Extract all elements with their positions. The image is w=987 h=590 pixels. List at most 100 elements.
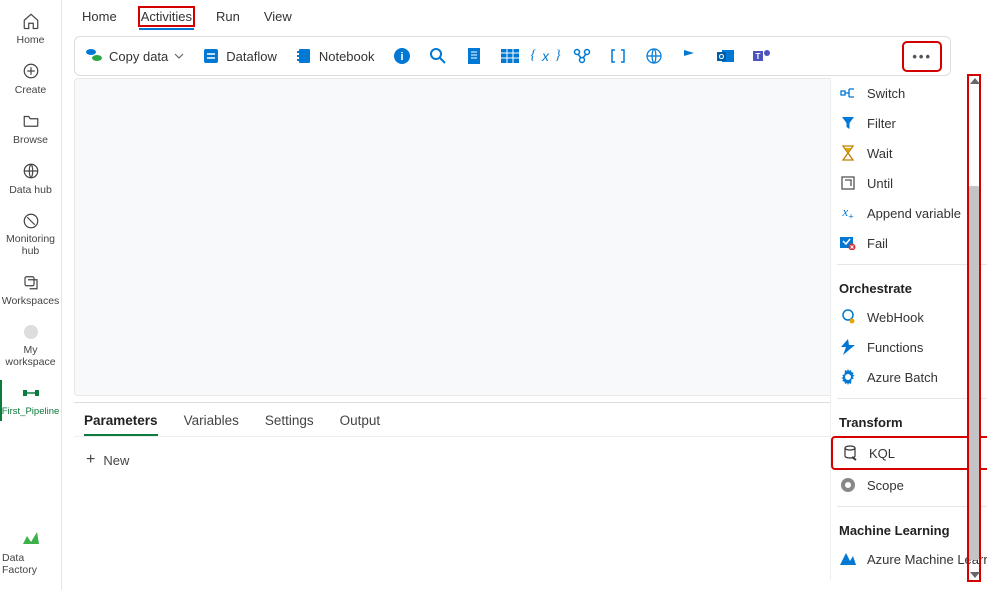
- webhook-icon: [839, 308, 857, 326]
- nav-item-data-hub[interactable]: Data hub: [0, 154, 61, 204]
- tab-output[interactable]: Output: [340, 413, 381, 428]
- plus-circle-icon: [20, 60, 42, 82]
- more-activities-button[interactable]: •••: [904, 43, 940, 70]
- functions-icon: [839, 338, 857, 356]
- menu-item-fail[interactable]: Fail: [831, 228, 987, 258]
- variable-icon[interactable]: {x}: [537, 47, 555, 65]
- nav-label: Data Factory: [2, 552, 59, 576]
- append-variable-icon: x+: [839, 204, 857, 222]
- menu-label: Switch: [867, 86, 905, 101]
- fail-icon: [839, 234, 857, 252]
- menu-item-wait[interactable]: Wait: [831, 138, 987, 168]
- dataflow-button[interactable]: Dataflow: [202, 47, 277, 65]
- section-transform: Transform: [831, 405, 987, 436]
- tab-settings[interactable]: Settings: [265, 413, 314, 428]
- copy-data-icon: [85, 47, 103, 65]
- nav-item-my-workspace[interactable]: My workspace: [0, 315, 61, 376]
- scroll-thumb[interactable]: [969, 186, 979, 560]
- menu-item-until[interactable]: Until: [831, 168, 987, 198]
- nav-item-browse[interactable]: Browse: [0, 104, 61, 154]
- tab-activities[interactable]: Activities: [141, 9, 192, 24]
- table-icon[interactable]: [501, 47, 519, 65]
- vertical-scrollbar[interactable]: [967, 74, 981, 582]
- hourglass-icon: [839, 144, 857, 162]
- svg-text:O: O: [718, 54, 724, 61]
- tab-parameters[interactable]: Parameters: [84, 413, 158, 428]
- bracket-icon[interactable]: [609, 47, 627, 65]
- section-orchestrate: Orchestrate: [831, 271, 987, 302]
- nav-item-first-pipeline[interactable]: First_Pipeline: [0, 376, 61, 425]
- nav-label: Data hub: [9, 184, 52, 196]
- menu-label: WebHook: [867, 310, 924, 325]
- menu-item-kql[interactable]: KQL: [833, 438, 987, 468]
- menu-item-azure-ml[interactable]: Azure Machine Learning: [831, 544, 987, 574]
- nav-item-workspaces[interactable]: Workspaces: [0, 265, 61, 315]
- nav-label: My workspace: [2, 345, 59, 368]
- menu-item-filter[interactable]: Filter: [831, 108, 987, 138]
- nav-label: First_Pipeline: [2, 406, 60, 417]
- outlook-icon[interactable]: O: [717, 47, 735, 65]
- nav-label: Workspaces: [2, 295, 60, 307]
- menu-label: Fail: [867, 236, 888, 251]
- more-icon: •••: [912, 49, 932, 64]
- monitor-icon: [20, 210, 42, 232]
- workspace-dot-icon: [20, 321, 42, 343]
- home-icon: [20, 10, 42, 32]
- menu-item-azure-batch[interactable]: Azure Batch: [831, 362, 987, 392]
- notebook-button[interactable]: Notebook: [295, 47, 375, 65]
- chevron-down-icon: [174, 53, 184, 59]
- nav-item-data-factory[interactable]: Data Factory: [0, 522, 61, 584]
- divider: [837, 264, 987, 265]
- menu-label: Scope: [867, 478, 904, 493]
- menu-label: Azure Batch: [867, 370, 938, 385]
- menu-item-switch[interactable]: Switch: [831, 78, 987, 108]
- menu-item-append-variable[interactable]: x+ Append variable: [831, 198, 987, 228]
- notebook-label: Notebook: [319, 49, 375, 64]
- globe-data-icon: [20, 160, 42, 182]
- scope-icon: [839, 476, 857, 494]
- activities-toolbar: Copy data Dataflow Notebook i {x} O T ••…: [74, 36, 951, 76]
- svg-text:T: T: [755, 52, 760, 61]
- until-icon: [839, 174, 857, 192]
- data-factory-icon: [20, 528, 42, 550]
- nav-item-home[interactable]: Home: [0, 4, 61, 54]
- divider: [837, 506, 987, 507]
- script-icon[interactable]: [465, 47, 483, 65]
- web-icon[interactable]: [645, 47, 663, 65]
- divider: [837, 398, 987, 399]
- flag-icon[interactable]: [681, 47, 699, 65]
- teams-icon[interactable]: T: [753, 47, 771, 65]
- section-ml: Machine Learning: [831, 513, 987, 544]
- copy-data-button[interactable]: Copy data: [85, 47, 184, 65]
- scroll-up-arrow[interactable]: [970, 78, 980, 84]
- info-icon[interactable]: i: [393, 47, 411, 65]
- filter-icon: [839, 114, 857, 132]
- menu-label: Filter: [867, 116, 896, 131]
- new-label: New: [103, 453, 129, 468]
- switch-icon: [839, 84, 857, 102]
- main-area: Home Activities Run View Copy data Dataf…: [62, 0, 963, 590]
- tab-home[interactable]: Home: [82, 9, 117, 24]
- stacks-icon: [20, 271, 42, 293]
- kql-icon: [841, 444, 859, 462]
- nav-label: Create: [15, 84, 47, 96]
- folder-icon: [20, 110, 42, 132]
- tab-run[interactable]: Run: [216, 9, 240, 24]
- dataflow-label: Dataflow: [226, 49, 277, 64]
- menu-label: Functions: [867, 340, 923, 355]
- menu-item-scope[interactable]: Scope: [831, 470, 987, 500]
- search-icon[interactable]: [429, 47, 447, 65]
- menu-item-functions[interactable]: Functions: [831, 332, 987, 362]
- nav-label: Browse: [13, 134, 48, 146]
- menu-item-webhook[interactable]: WebHook: [831, 302, 987, 332]
- menu-label: Wait: [867, 146, 893, 161]
- flow-icon[interactable]: [573, 47, 591, 65]
- scroll-down-arrow[interactable]: [970, 572, 980, 578]
- gear-icon: [839, 368, 857, 386]
- tab-view[interactable]: View: [264, 9, 292, 24]
- menu-label: KQL: [869, 446, 895, 461]
- tab-variables[interactable]: Variables: [184, 413, 239, 428]
- nav-item-create[interactable]: Create: [0, 54, 61, 104]
- nav-item-monitoring[interactable]: Monitoring hub: [0, 204, 61, 265]
- menu-label: Until: [867, 176, 893, 191]
